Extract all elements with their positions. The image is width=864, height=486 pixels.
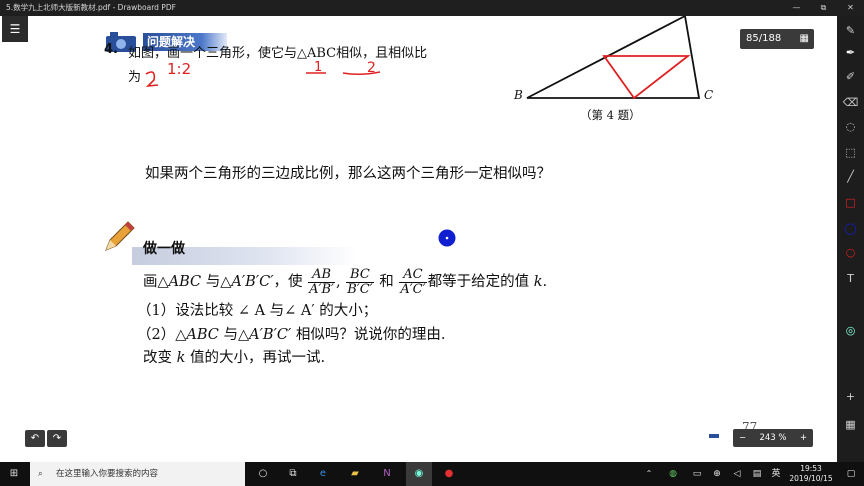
problem-number: 4. (104, 42, 118, 57)
ellipse-icon[interactable]: ◯ (837, 222, 864, 236)
figure-label-c: C (704, 88, 714, 102)
ink-mark (709, 434, 719, 438)
menu-button[interactable]: ☰ (2, 16, 28, 42)
zoom-out-button[interactable]: − (739, 429, 746, 447)
edge-icon[interactable]: e (312, 462, 334, 486)
zoom-in-button[interactable]: + (800, 429, 807, 447)
circle-icon[interactable]: ○ (837, 246, 864, 260)
zoom-control: − 243 % + (733, 429, 813, 447)
redo-button[interactable]: ↷ (47, 430, 67, 447)
pages-grid-icon[interactable]: ▦ (837, 418, 864, 432)
handwriting-ratio: 1:2 (167, 60, 192, 78)
activity-title: 做一做 (143, 241, 185, 257)
pdf-page[interactable]: 问题解决 4. 如图，画一个三角形，使它与△ABC相似，且相似比 为 1:2 1… (0, 16, 837, 462)
annotation-toolbar: ✎ ✒ ✐ ⌫ ◌ ⬚ ╱ □ ◯ ○ T ◎ + ▦ (837, 16, 864, 462)
fraction-ab: AB A′B′ (308, 266, 335, 297)
fraction-bc: BC B′C′ (346, 266, 374, 297)
highlighter-icon[interactable]: ✐ (837, 70, 864, 84)
activity-line1: 画△ABC 与△A′B′C′，使 AB A′B′, BC B′C′ 和 AC A′C′… (143, 266, 548, 297)
window-title: 5.数学九上北师大版新教材.pdf - Drawboard PDF (6, 3, 176, 12)
close-button[interactable]: ✕ (837, 0, 864, 16)
activity-line3: （2）△ABC 与△A′B′C′ 相似吗？说说你的理由. (137, 327, 446, 343)
drawboard-icon[interactable]: ◉ (406, 462, 432, 486)
clock-date: 2019/10/15 (789, 474, 833, 483)
eraser-icon[interactable]: ⌫ (837, 96, 864, 110)
window-titlebar: 5.数学九上北师大版新教材.pdf - Drawboard PDF — ⧉ ✕ (0, 0, 864, 16)
figure-label-b: B (514, 88, 523, 102)
network-icon[interactable]: ⊕ (708, 462, 726, 486)
task-view-icon[interactable]: ⧉ (282, 462, 304, 486)
fraction-ac: AC A′C′ (399, 266, 427, 297)
handwriting-one: 1 (314, 60, 323, 75)
zoom-level: 243 % (759, 433, 787, 443)
maximize-button[interactable]: ⧉ (810, 0, 837, 16)
cortana-icon[interactable]: ○ (252, 462, 274, 486)
question-text: 如果两个三角形的三边成比例，那么这两个三角形一定相似吗？ (145, 166, 551, 182)
keyboard-icon[interactable]: ▤ (748, 462, 766, 486)
activity-line2: （1）设法比较 ∠ A 与∠ A′ 的大小； (137, 303, 378, 319)
clock[interactable]: 19:53 2019/10/15 (786, 464, 836, 484)
taskbar-search-input[interactable]: ⌕ 在这里输入你要搜索的内容 (30, 462, 245, 486)
text-icon[interactable]: T (837, 272, 864, 286)
volume-icon[interactable]: ◁ (728, 462, 746, 486)
pen-icon[interactable]: ✎ (837, 24, 864, 38)
notification-icon[interactable]: ▢ (840, 462, 862, 486)
windows-start-icon[interactable]: ⊞ (0, 462, 28, 486)
person-icon[interactable]: ⌃ (640, 462, 658, 486)
window-controls: — ⧉ ✕ (783, 0, 864, 16)
undo-button[interactable]: ↶ (25, 430, 45, 447)
clock-time: 19:53 (800, 464, 822, 473)
rectangle-icon[interactable]: □ (837, 196, 864, 210)
onenote-icon[interactable]: N (376, 462, 398, 486)
minimize-button[interactable]: — (783, 0, 810, 16)
figure-caption: （第 4 题） (580, 108, 641, 122)
record-icon[interactable]: ● (438, 462, 460, 486)
settings-ring-icon[interactable]: ◎ (837, 324, 864, 338)
pencil-icon (105, 221, 135, 251)
windows-taskbar: ⊞ ⌕ 在这里输入你要搜索的内容 ○ ⧉ e ▰ N ◉ ● ⌃ ◍ ▭ ⊕ ◁… (0, 462, 864, 486)
pen-cursor-icon (438, 229, 456, 247)
search-icon: ⌕ (38, 469, 43, 479)
pen-red-icon[interactable]: ✒ (837, 46, 864, 60)
tray-app-icon[interactable]: ◍ (664, 462, 682, 486)
add-page-icon[interactable]: + (837, 390, 864, 404)
file-explorer-icon[interactable]: ▰ (344, 462, 366, 486)
ime-indicator[interactable]: 英 (768, 462, 784, 486)
line-icon[interactable]: ╱ (837, 170, 864, 184)
triangle-figure (526, 16, 701, 100)
lasso-icon[interactable]: ◌ (837, 120, 864, 134)
page-indicator[interactable]: 85/188 ▦ (740, 29, 814, 49)
grid-view-icon[interactable]: ▦ (800, 29, 809, 49)
select-icon[interactable]: ⬚ (837, 146, 864, 160)
activity-line4: 改变 k 值的大小，再试一试. (143, 350, 326, 366)
battery-icon[interactable]: ▭ (688, 462, 706, 486)
handwriting-two: 2 (367, 60, 376, 76)
